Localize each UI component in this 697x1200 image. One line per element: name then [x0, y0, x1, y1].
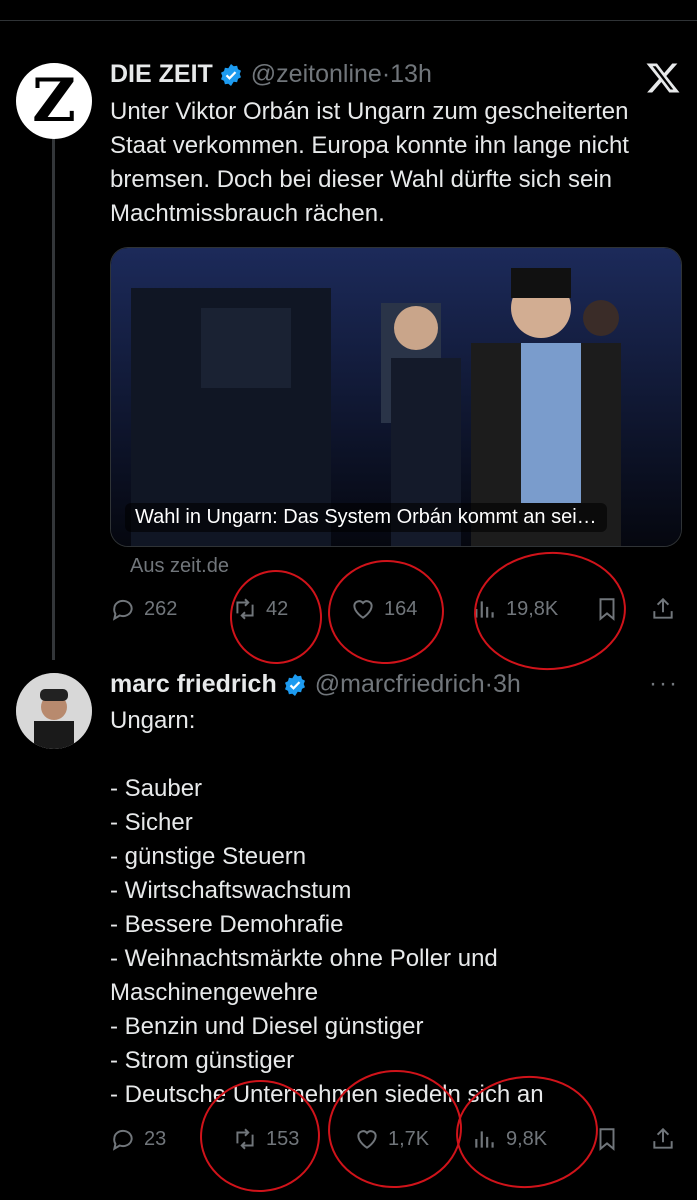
- card-headline[interactable]: Wahl in Ungarn: Das System Orbán kommt a…: [125, 503, 607, 532]
- annotation-circle-reposts: [226, 566, 326, 668]
- more-options-icon[interactable]: ···: [649, 670, 679, 698]
- reply-icon: [112, 599, 133, 621]
- reply-button[interactable]: 23: [110, 1126, 166, 1152]
- x-logo-icon: [646, 63, 680, 93]
- share-icon: [653, 597, 673, 619]
- avatar-letter: Z: [32, 66, 76, 136]
- reply-button[interactable]: 262: [110, 596, 177, 622]
- verified-badge-icon: [284, 673, 305, 696]
- share-button[interactable]: [650, 1126, 684, 1152]
- author-name[interactable]: marc friedrich: [110, 670, 277, 699]
- author-handle[interactable]: @marcfriedrich: [315, 670, 485, 699]
- tweet1-text: Unter Viktor Orbán ist Ungarn zum gesche…: [110, 98, 636, 227]
- bookmark-button[interactable]: [594, 1126, 628, 1152]
- reply-icon: [112, 1129, 133, 1151]
- reply-count: 23: [144, 1127, 167, 1150]
- separator-dot: ·: [381, 60, 391, 88]
- share-icon: [653, 1127, 673, 1149]
- card-source[interactable]: Aus zeit.de: [130, 555, 229, 578]
- thread-connector: [52, 134, 55, 660]
- avatar-marc-friedrich[interactable]: [16, 673, 92, 749]
- timestamp[interactable]: 13h: [390, 60, 432, 89]
- author-name[interactable]: DIE ZEIT: [110, 60, 213, 89]
- article-image: [111, 248, 681, 546]
- tweet1-header: DIE ZEIT @zeitonline · 13h: [110, 60, 432, 89]
- tweet2-text: Ungarn: - Sauber - Sicher - günstige Ste…: [110, 707, 544, 1108]
- timestamp[interactable]: 3h: [493, 670, 521, 699]
- annotation-circle-likes: [324, 556, 448, 668]
- profile-photo: [16, 673, 92, 749]
- share-button[interactable]: [650, 596, 684, 622]
- tweet2-header: marc friedrich @marcfriedrich · 3h: [110, 670, 521, 699]
- separator-dot: ·: [484, 670, 493, 698]
- reply-count: 262: [144, 597, 178, 620]
- top-divider: [0, 0, 697, 21]
- verified-badge-icon: [220, 63, 241, 86]
- avatar-die-zeit[interactable]: Z: [16, 63, 92, 139]
- link-card[interactable]: Wahl in Ungarn: Das System Orbán kommt a…: [110, 247, 682, 547]
- author-handle[interactable]: @zeitonline: [251, 60, 382, 89]
- annotation-circle-views: [470, 546, 630, 676]
